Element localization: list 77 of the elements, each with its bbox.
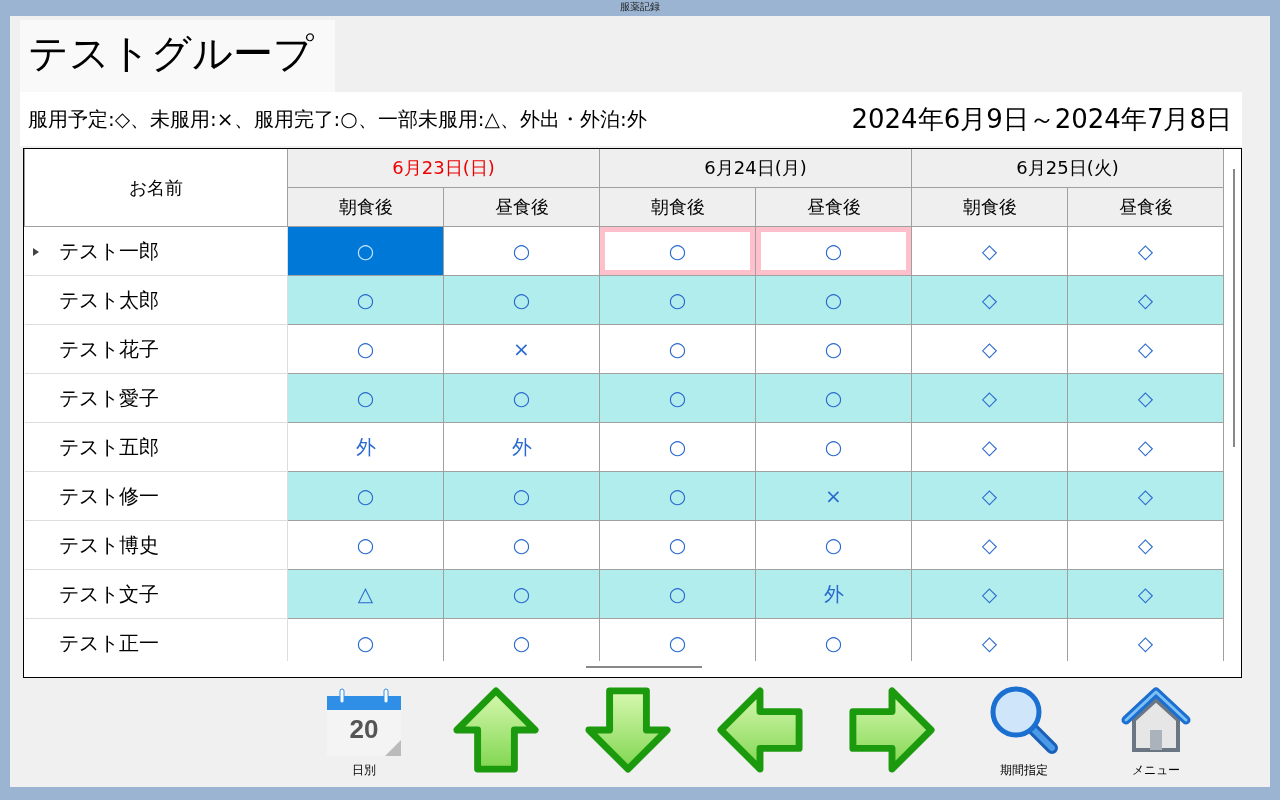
- window-title: 服薬記録: [620, 0, 660, 14]
- meal-header: 昼食後: [443, 187, 600, 227]
- status-cell[interactable]: ○: [443, 275, 600, 325]
- status-cell[interactable]: 外: [443, 422, 600, 472]
- status-cell[interactable]: ○: [287, 373, 444, 423]
- status-cell[interactable]: ◇: [1067, 275, 1224, 325]
- status-cell[interactable]: 外: [755, 569, 912, 619]
- status-cell[interactable]: ◇: [1067, 422, 1224, 472]
- meal-header: 昼食後: [755, 187, 912, 227]
- name-cell[interactable]: テスト正一: [24, 618, 288, 661]
- status-cell[interactable]: ◇: [911, 275, 1068, 325]
- status-cell[interactable]: ◇: [1067, 471, 1224, 521]
- status-cell[interactable]: ◇: [1067, 226, 1224, 276]
- status-cell[interactable]: ○: [755, 275, 912, 325]
- status-cell[interactable]: ○: [287, 471, 444, 521]
- status-cell[interactable]: ×: [755, 471, 912, 521]
- name-cell[interactable]: テスト太郎: [24, 275, 288, 325]
- status-cell[interactable]: ○: [443, 520, 600, 570]
- meal-header: 朝食後: [911, 187, 1068, 227]
- status-cell[interactable]: ○: [599, 373, 756, 423]
- date-header: 6月23日(日): [287, 149, 600, 188]
- meal-header: 朝食後: [599, 187, 756, 227]
- status-cell[interactable]: ◇: [911, 226, 1068, 276]
- status-cell[interactable]: ◇: [1067, 520, 1224, 570]
- arrow-down-icon: [582, 684, 674, 776]
- name-cell[interactable]: テスト博史: [24, 520, 288, 570]
- status-cell[interactable]: ○: [287, 226, 444, 276]
- scrollbar-thumb[interactable]: [1233, 169, 1235, 447]
- status-cell[interactable]: ○: [755, 520, 912, 570]
- scrollbar-thumb[interactable]: [586, 666, 702, 668]
- name-cell[interactable]: テスト五郎: [24, 422, 288, 472]
- status-cell[interactable]: ○: [443, 471, 600, 521]
- status-cell[interactable]: ◇: [911, 373, 1068, 423]
- date-header: 6月24日(月): [599, 149, 912, 188]
- status-cell[interactable]: ○: [755, 373, 912, 423]
- status-cell[interactable]: ◇: [911, 569, 1068, 619]
- status-cell[interactable]: ○: [599, 569, 756, 619]
- name-cell[interactable]: テスト一郎: [24, 226, 288, 276]
- status-cell[interactable]: ◇: [1067, 373, 1224, 423]
- status-cell[interactable]: ○: [599, 471, 756, 521]
- search-button[interactable]: 期間指定: [978, 684, 1070, 780]
- search-icon: [988, 684, 1060, 756]
- meal-header: 朝食後: [287, 187, 444, 227]
- name-cell[interactable]: テスト愛子: [24, 373, 288, 423]
- status-cell[interactable]: ○: [599, 520, 756, 570]
- status-cell[interactable]: ◇: [1067, 324, 1224, 374]
- status-cell[interactable]: ○: [755, 226, 912, 276]
- status-cell[interactable]: ○: [599, 226, 756, 276]
- date-header: 6月25日(火): [911, 149, 1224, 188]
- status-cell[interactable]: ◇: [911, 520, 1068, 570]
- status-cell[interactable]: ◇: [911, 324, 1068, 374]
- name-cell[interactable]: テスト花子: [24, 324, 288, 374]
- meal-header: 昼食後: [1067, 187, 1224, 227]
- name-cell[interactable]: テスト修一: [24, 471, 288, 521]
- status-cell[interactable]: ○: [755, 324, 912, 374]
- status-cell[interactable]: ○: [287, 275, 444, 325]
- status-cell[interactable]: ○: [443, 226, 600, 276]
- status-cell[interactable]: ○: [443, 373, 600, 423]
- status-cell[interactable]: ◇: [911, 422, 1068, 472]
- status-cell[interactable]: △: [287, 569, 444, 619]
- status-cell[interactable]: ○: [599, 422, 756, 472]
- status-cell[interactable]: ×: [443, 324, 600, 374]
- status-cell[interactable]: ◇: [1067, 569, 1224, 619]
- legend-text: 服用予定:◇、未服用:×、服用完了:○、一部未服用:△、外出・外泊:外: [28, 105, 647, 133]
- status-cell[interactable]: ◇: [911, 471, 1068, 521]
- status-cell[interactable]: ○: [755, 422, 912, 472]
- status-cell[interactable]: ○: [599, 275, 756, 325]
- name-cell[interactable]: テスト文子: [24, 569, 288, 619]
- name-header: お名前: [24, 149, 288, 227]
- status-cell[interactable]: ○: [599, 324, 756, 374]
- status-cell[interactable]: 外: [287, 422, 444, 472]
- status-cell[interactable]: ○: [443, 569, 600, 619]
- status-cell[interactable]: ○: [287, 324, 444, 374]
- status-cell[interactable]: ○: [287, 520, 444, 570]
- home-button[interactable]: メニュー: [1110, 684, 1202, 780]
- period-text: 2024年6月9日～2024年7月8日: [851, 102, 1232, 136]
- calendar-button[interactable]: 20 日別: [318, 684, 410, 780]
